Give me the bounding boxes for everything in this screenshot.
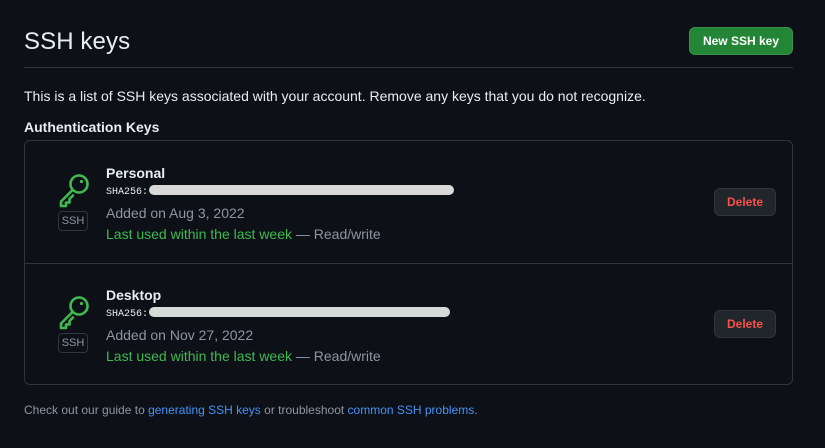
help-footer: Check out our guide to generating SSH ke… xyxy=(24,403,478,417)
ssh-type-badge: SSH xyxy=(58,211,88,231)
intro-text: This is a list of SSH keys associated wi… xyxy=(24,88,646,104)
key-info: Personal SHA256: Added on Aug 3, 2022 La… xyxy=(106,163,455,245)
ssh-key-list: SSH Personal SHA256: Added on Aug 3, 202… xyxy=(24,140,793,385)
fingerprint-redacted-bar xyxy=(149,307,451,318)
ssh-key-item-desktop: SSH Desktop SHA256: Added on Nov 27, 202… xyxy=(25,263,792,385)
delete-key-button[interactable]: Delete xyxy=(714,310,776,338)
key-icon-group: SSH xyxy=(57,295,91,353)
key-icon xyxy=(59,296,89,330)
new-ssh-key-button[interactable]: New SSH key xyxy=(688,27,793,55)
key-access-level: — Read/write xyxy=(292,226,381,242)
footer-suffix: . xyxy=(474,403,478,417)
page-header: SSH keys New SSH key xyxy=(24,24,793,68)
page-title: SSH keys xyxy=(24,28,131,55)
key-last-used: Last used within the last week — Read/wr… xyxy=(106,224,454,245)
ssh-key-item-personal: SSH Personal SHA256: Added on Aug 3, 202… xyxy=(25,141,792,264)
key-fingerprint: SHA256: xyxy=(106,183,455,203)
ssh-type-badge: SSH xyxy=(58,333,88,353)
key-title: Desktop xyxy=(106,287,162,303)
key-added-date: Added on Nov 27, 2022 xyxy=(106,327,254,343)
footer-prefix: Check out our guide to xyxy=(24,403,149,417)
ssh-keys-settings-page: SSH keys New SSH key This is a list of S… xyxy=(0,0,825,448)
key-icon-group: SSH xyxy=(57,173,91,231)
delete-key-button[interactable]: Delete xyxy=(714,188,776,216)
key-last-used-recent: Last used within the last week xyxy=(106,226,292,242)
key-fingerprint: SHA256: xyxy=(106,305,451,325)
key-info: Desktop SHA256: Added on Nov 27, 2022 La… xyxy=(106,285,451,367)
authentication-keys-heading: Authentication Keys xyxy=(24,119,160,135)
key-last-used: Last used within the last week — Read/wr… xyxy=(106,346,450,367)
key-access-level: — Read/write xyxy=(292,348,381,364)
key-last-used-recent: Last used within the last week xyxy=(106,348,292,364)
generating-ssh-keys-link[interactable]: generating SSH keys xyxy=(148,403,261,417)
fingerprint-prefix: SHA256: xyxy=(106,187,149,198)
fingerprint-prefix: SHA256: xyxy=(106,309,149,320)
fingerprint-redacted-bar xyxy=(149,185,455,196)
key-title: Personal xyxy=(106,165,166,181)
key-added-date: Added on Aug 3, 2022 xyxy=(106,205,245,221)
common-ssh-problems-link[interactable]: common SSH problems xyxy=(348,403,475,417)
key-icon xyxy=(59,174,89,208)
footer-middle: or troubleshoot xyxy=(260,403,348,417)
